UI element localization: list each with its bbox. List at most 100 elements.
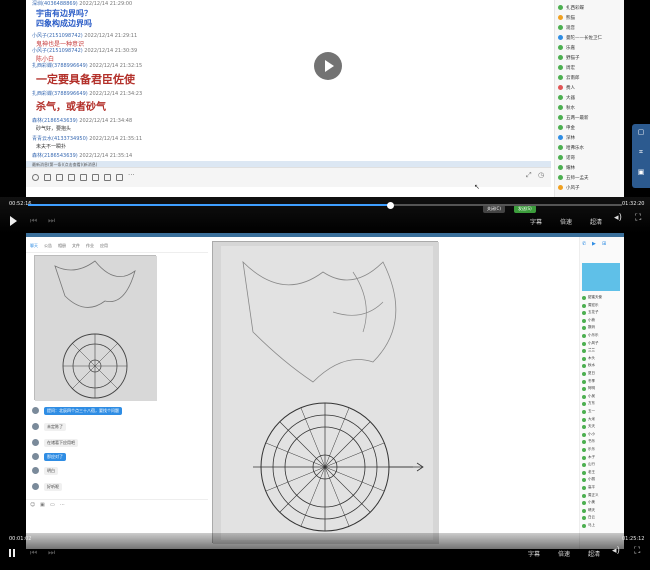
close-chat-button[interactable]: 关闭(C) — [483, 205, 505, 213]
member-item[interactable]: 天天 — [582, 424, 624, 431]
chat-username[interactable]: 青青云水(4133734950) — [32, 136, 88, 142]
member-item[interactable]: 木头 — [582, 356, 624, 363]
avatar[interactable] — [32, 423, 39, 430]
member-item[interactable]: 高平 — [582, 485, 624, 492]
member-item[interactable]: 秋水 — [582, 363, 624, 370]
quality-button-1[interactable]: 超清 — [590, 217, 602, 226]
avatar[interactable] — [32, 467, 39, 474]
member-item[interactable]: 马上 — [582, 523, 624, 530]
member-item[interactable]: 五师一孟夫 — [558, 173, 624, 183]
member-item[interactable]: 书乐 — [582, 439, 624, 446]
volume-icon-1[interactable]: ◂) — [614, 213, 622, 223]
chat-tab[interactable]: 文件 — [72, 243, 80, 249]
member-item[interactable]: 深林 — [558, 133, 624, 143]
member-item[interactable]: 数码 — [582, 325, 624, 332]
member-item[interactable]: 小风子 — [582, 341, 624, 348]
avatar[interactable] — [32, 439, 39, 446]
speed-button-1[interactable]: 倍速 — [560, 217, 572, 226]
member-item[interactable]: 费人 — [558, 83, 624, 93]
member-item[interactable]: 小熊 — [582, 318, 624, 325]
side-button-ask[interactable]: ▢ — [635, 128, 647, 140]
chat-tab[interactable]: 相册 — [58, 243, 66, 249]
member-item[interactable]: 老王 — [582, 470, 624, 477]
phone-icon[interactable]: ✆ — [582, 241, 586, 247]
member-item[interactable]: 五一 — [582, 409, 624, 416]
member-item[interactable]: 哈弗乐水 — [558, 143, 624, 153]
chat-username[interactable]: 深圳(4036488869) — [32, 1, 78, 7]
seek-knob-1[interactable] — [386, 201, 394, 209]
chat-tab[interactable]: 聊天 — [30, 243, 38, 249]
prev-icon[interactable]: ⏮ — [30, 216, 37, 226]
member-item[interactable]: 夏日 — [582, 371, 624, 378]
member-item[interactable]: 扎西彩蝶 — [558, 3, 624, 13]
member-item[interactable]: 大米 — [582, 417, 624, 424]
side-button-album[interactable]: ▣ — [635, 168, 647, 180]
volume-icon-2[interactable]: ◂) — [612, 546, 620, 556]
subtitle-button-1[interactable]: 字幕 — [530, 217, 542, 226]
chat-username[interactable]: 扎西彩蝶(3788996649) — [32, 91, 88, 97]
send-chat-button[interactable]: 发送(S) — [514, 205, 536, 213]
chat-username[interactable]: 扎西彩蝶(3788996649) — [32, 63, 88, 69]
chat-tab[interactable]: 作业 — [86, 243, 94, 249]
video-player-1[interactable]: 深圳(4036488869) 2022/12/14 21:29:00 宇宙有边界吗… — [0, 0, 650, 233]
chat-tab[interactable]: 应用 — [100, 243, 108, 249]
member-item[interactable]: 阿明 — [582, 386, 624, 393]
member-item[interactable]: 周宏乐 — [582, 303, 624, 310]
member-item[interactable]: 白云 — [582, 515, 624, 522]
member-item[interactable]: 诺哥 — [558, 153, 624, 163]
video-player-2[interactable]: 聊天 公告 相册 文件 作业 应用 提问：北辰四个点三十八宿，要找个问题 未定陈… — [0, 233, 650, 570]
subtitle-button-2[interactable]: 字幕 — [528, 549, 540, 558]
member-item[interactable]: 五花子 — [582, 310, 624, 317]
member-item[interactable]: 山行 — [582, 462, 624, 469]
member-item[interactable]: 申金 — [558, 123, 624, 133]
seek-bar-1[interactable] — [28, 201, 622, 209]
member-item[interactable]: 小小 — [582, 432, 624, 439]
member-item[interactable]: 周正义 — [582, 493, 624, 500]
avatar — [582, 318, 586, 323]
member-item[interactable]: 晴天 — [582, 508, 624, 515]
member-item[interactable]: 野猫子 — [558, 53, 624, 63]
avatar[interactable] — [32, 483, 39, 490]
member-item[interactable]: 小风子 — [558, 183, 624, 193]
member-item[interactable]: 小吴 — [582, 394, 624, 401]
member-item[interactable]: 秋水 — [558, 103, 624, 113]
member-item[interactable]: 冬季 — [582, 379, 624, 386]
member-item[interactable]: 大器 — [558, 93, 624, 103]
member-item[interactable]: 甜蜜天使 — [582, 295, 624, 302]
share-screen-icon[interactable]: ⊞ — [602, 241, 606, 247]
avatar[interactable] — [32, 407, 39, 414]
chat-tab[interactable]: 公告 — [44, 243, 52, 249]
chat-username[interactable]: 森林(2186543639) — [32, 153, 78, 159]
member-item[interactable]: 五两一最新 — [558, 113, 624, 123]
next-icon[interactable]: ⏭ — [48, 216, 55, 226]
member-item[interactable]: 耀林 — [558, 163, 624, 173]
member-item[interactable]: 周宏 — [558, 63, 624, 73]
live-video-preview[interactable] — [582, 263, 620, 291]
member-item[interactable]: 小乐乐 — [582, 333, 624, 340]
member-item[interactable]: 观音 — [558, 23, 624, 33]
play-button-overlay[interactable] — [314, 52, 342, 80]
member-item[interactable]: 云南郎 — [558, 73, 624, 83]
fullscreen-icon-2[interactable]: ⛶ — [634, 546, 640, 556]
member-item[interactable]: 曼陀——长佐卫仁 — [558, 33, 624, 43]
member-item[interactable]: 乐嘉 — [558, 43, 624, 53]
pause-icon-bar-right[interactable] — [13, 549, 15, 557]
avatar[interactable] — [32, 453, 39, 460]
member-item[interactable]: 木子 — [582, 455, 624, 462]
pause-icon-bar-left[interactable] — [9, 549, 11, 557]
member-item[interactable]: 乐乐 — [582, 447, 624, 454]
prev-icon[interactable]: ⏮ — [30, 548, 37, 558]
video-call-icon[interactable]: ▶ — [592, 241, 596, 247]
side-button-screenshot[interactable]: ⌗ — [635, 148, 647, 160]
quality-button-2[interactable]: 超清 — [588, 549, 600, 558]
member-item[interactable]: 小美 — [582, 500, 624, 507]
fullscreen-icon-1[interactable]: ⛶ — [635, 213, 641, 223]
member-item[interactable]: 小丽 — [582, 477, 624, 484]
play-icon-button-1[interactable] — [10, 216, 17, 226]
member-item[interactable]: 兰兰 — [582, 348, 624, 355]
member-item[interactable]: 方东 — [582, 401, 624, 408]
speed-button-2[interactable]: 倍速 — [558, 549, 570, 558]
chat-username[interactable]: 森林(2186543639) — [32, 118, 78, 124]
next-icon[interactable]: ⏭ — [48, 548, 55, 558]
member-item[interactable]: 熊猫 — [558, 13, 624, 23]
